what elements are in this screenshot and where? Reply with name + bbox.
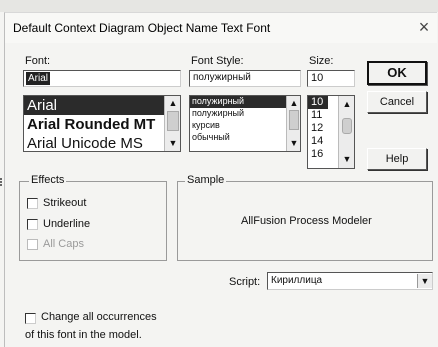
all-caps-label: All Caps xyxy=(43,238,84,250)
strikeout-label: Strikeout xyxy=(43,197,87,209)
size-list-item[interactable]: 16 xyxy=(311,148,323,160)
cancel-button[interactable]: Cancel xyxy=(367,91,427,113)
size-list-item[interactable]: 12 xyxy=(311,122,323,134)
size-list-item[interactable]: 11 xyxy=(311,109,322,121)
script-label: Script: xyxy=(229,276,261,288)
font-dialog: Default Context Diagram Object Name Text… xyxy=(4,12,437,347)
scroll-down-icon[interactable]: ▼ xyxy=(339,154,354,164)
script-select[interactable]: Кириллица ▼ xyxy=(267,272,433,290)
size-list[interactable]: 10 11 12 14 16 ▲ ▼ xyxy=(307,95,355,169)
font-label: Font: xyxy=(25,55,51,67)
title-bar: Default Context Diagram Object Name Text… xyxy=(5,13,437,43)
dialog-title: Default Context Diagram Object Name Text… xyxy=(13,21,271,35)
scroll-down-icon[interactable]: ▼ xyxy=(165,138,180,148)
font-style-label: Font Style: xyxy=(191,55,244,67)
font-style-input-value: полужирный xyxy=(193,72,251,83)
script-select-value: Кириллица xyxy=(271,275,323,286)
strikeout-checkbox[interactable] xyxy=(27,198,38,209)
change-all-label-line1: Change all occurrences xyxy=(41,311,157,323)
font-style-input[interactable]: полужирный xyxy=(189,70,301,87)
size-label: Size: xyxy=(309,55,334,67)
size-input-value: 10 xyxy=(311,72,324,84)
scroll-thumb[interactable] xyxy=(289,110,299,130)
font-list-item[interactable]: Arial xyxy=(27,97,57,114)
size-input[interactable]: 10 xyxy=(307,70,355,87)
font-input[interactable]: Arial xyxy=(23,70,181,87)
font-list-scrollbar[interactable]: ▲ ▼ xyxy=(164,96,180,151)
scroll-up-icon[interactable]: ▲ xyxy=(165,98,180,108)
style-list-scrollbar[interactable]: ▲ ▼ xyxy=(286,96,300,151)
sample-text: AllFusion Process Modeler xyxy=(241,215,372,227)
style-list-item[interactable]: обычный xyxy=(192,132,230,142)
all-caps-checkbox xyxy=(27,239,38,250)
effects-group xyxy=(19,181,167,261)
style-list-item[interactable]: полужирный xyxy=(192,108,244,118)
style-list-item[interactable]: курсив xyxy=(192,120,220,130)
font-style-list[interactable]: полужирный полужирный курсив обычный ▲ ▼ xyxy=(189,95,301,152)
scroll-up-icon[interactable]: ▲ xyxy=(287,98,300,108)
underline-label: Underline xyxy=(43,218,91,230)
font-input-value: Arial xyxy=(26,72,51,85)
close-icon[interactable]: × xyxy=(416,18,432,36)
background-strip xyxy=(0,0,438,12)
dropdown-arrow-icon[interactable]: ▼ xyxy=(417,274,432,288)
change-all-checkbox[interactable] xyxy=(25,313,36,324)
style-list-item[interactable]: полужирный xyxy=(192,96,244,106)
font-list-item[interactable]: Arial Rounded MT xyxy=(27,116,155,133)
font-list[interactable]: Arial Arial Rounded MT Arial Unicode MS … xyxy=(23,95,181,152)
change-all-label-line2: of this font in the model. xyxy=(25,329,142,341)
scroll-up-icon[interactable]: ▲ xyxy=(339,99,354,109)
scroll-thumb[interactable] xyxy=(342,118,352,134)
size-list-scrollbar[interactable]: ▲ ▼ xyxy=(338,96,354,168)
ok-button[interactable]: OK xyxy=(367,61,427,85)
effects-label: Effects xyxy=(29,174,67,186)
scroll-down-icon[interactable]: ▼ xyxy=(287,138,300,148)
scroll-thumb[interactable] xyxy=(167,111,179,131)
sample-label: Sample xyxy=(185,174,227,186)
help-button[interactable]: Help xyxy=(367,148,427,170)
font-list-item[interactable]: Arial Unicode MS xyxy=(27,135,143,151)
underline-checkbox[interactable] xyxy=(27,219,38,230)
size-list-item[interactable]: 14 xyxy=(311,135,323,147)
size-list-item[interactable]: 10 xyxy=(311,96,323,108)
